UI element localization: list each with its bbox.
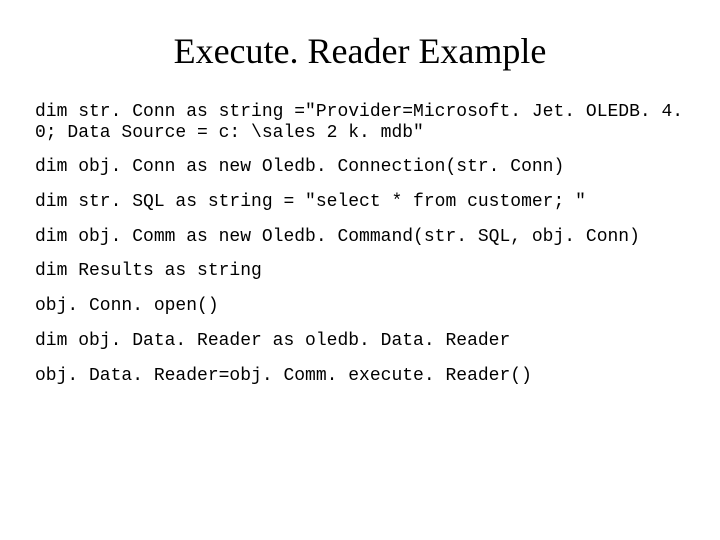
code-line: obj. Data. Reader=obj. Comm. execute. Re…	[35, 366, 685, 387]
code-line: dim obj. Comm as new Oledb. Command(str.…	[35, 227, 685, 248]
slide-container: Execute. Reader Example dim str. Conn as…	[0, 0, 720, 420]
code-line: dim Results as string	[35, 261, 685, 282]
code-line: dim str. SQL as string = "select * from …	[35, 192, 685, 213]
slide-title: Execute. Reader Example	[35, 30, 685, 72]
code-line: dim obj. Data. Reader as oledb. Data. Re…	[35, 331, 685, 352]
code-line: dim obj. Conn as new Oledb. Connection(s…	[35, 157, 685, 178]
code-block: dim str. Conn as string ="Provider=Micro…	[35, 102, 685, 386]
code-line: obj. Conn. open()	[35, 296, 685, 317]
code-line: dim str. Conn as string ="Provider=Micro…	[35, 102, 685, 143]
